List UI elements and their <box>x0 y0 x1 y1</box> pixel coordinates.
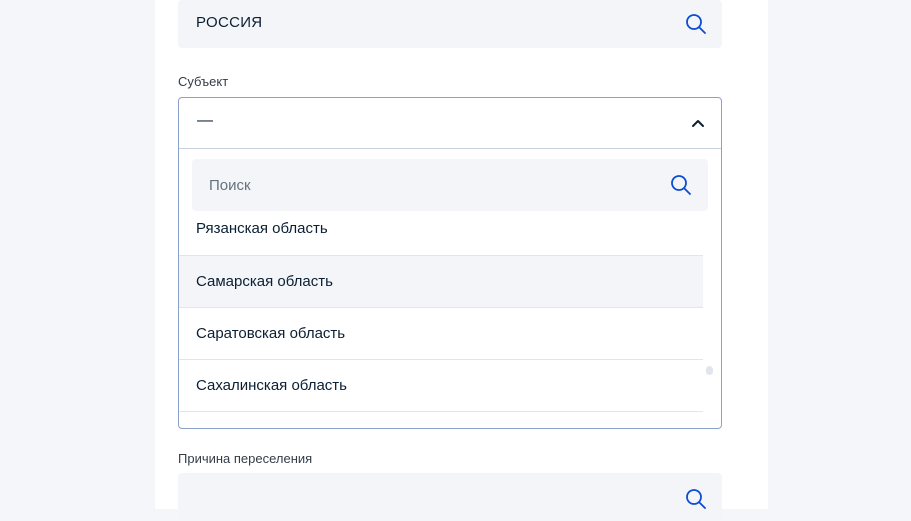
reason-label: Причина переселения <box>178 451 313 466</box>
list-item[interactable]: Самарская область <box>179 256 703 308</box>
search-icon[interactable] <box>684 12 708 36</box>
subject-search-input[interactable] <box>192 159 652 211</box>
list-item[interactable]: Рязанская область <box>179 211 703 256</box>
options-list: Рязанская область Самарская область Сара… <box>179 211 721 412</box>
reason-field[interactable] <box>178 473 722 521</box>
subject-label: Субъект <box>178 74 229 89</box>
list-item[interactable]: Саратовская область <box>179 308 703 360</box>
chevron-up-icon[interactable] <box>691 116 705 130</box>
search-icon[interactable] <box>684 487 708 511</box>
scrollbar-thumb[interactable] <box>706 366 713 375</box>
subject-select[interactable]: — <box>179 98 721 149</box>
subject-dropdown[interactable]: — Рязанская область Самарская область Са… <box>178 97 722 429</box>
subject-search[interactable] <box>192 159 708 211</box>
country-field[interactable]: РОССИЯ <box>178 0 722 48</box>
country-value: РОССИЯ <box>196 14 263 31</box>
subject-selected-value: — <box>197 112 213 129</box>
search-icon[interactable] <box>669 173 693 197</box>
list-item[interactable]: Сахалинская область <box>179 360 703 412</box>
